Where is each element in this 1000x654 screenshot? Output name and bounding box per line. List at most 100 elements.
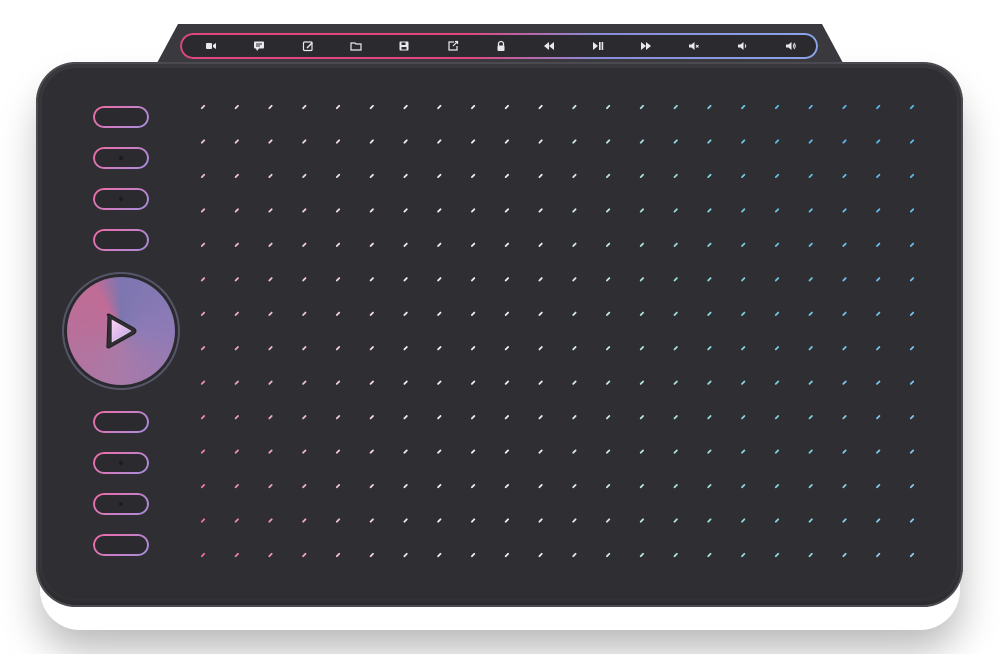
- grid-dot: [876, 104, 881, 110]
- grid-dot: [538, 104, 543, 110]
- grid-dot: [774, 208, 780, 213]
- grid-dot: [673, 173, 678, 179]
- grid-dot: [909, 415, 915, 420]
- grid-dot: [876, 518, 881, 523]
- grid-dot: [572, 208, 577, 213]
- grid-dot: [268, 483, 273, 489]
- grid-dot: [741, 208, 746, 213]
- grid-dot: [842, 483, 847, 489]
- grid-dot: [842, 173, 847, 179]
- grid-dot: [572, 415, 577, 420]
- grid-dot: [234, 415, 239, 420]
- grid-dot: [234, 104, 239, 110]
- grid-dot: [369, 449, 374, 454]
- grid-dot: [200, 208, 206, 213]
- grid-dot: [909, 139, 915, 144]
- grid-dot: [234, 277, 239, 282]
- grid-dot: [369, 311, 374, 316]
- grid-dot: [504, 242, 510, 247]
- grid-dot: [639, 208, 644, 213]
- grid-dot: [606, 518, 611, 523]
- grid-dot: [200, 415, 206, 420]
- grid-dot: [639, 483, 644, 489]
- grid-dot: [741, 104, 746, 110]
- grid-dot: [302, 277, 307, 282]
- grid-dot: [741, 311, 746, 316]
- grid-dot: [268, 139, 273, 144]
- grid-dot: [470, 415, 476, 420]
- grid-dot: [909, 104, 915, 110]
- grid-dot: [200, 552, 206, 558]
- grid-dot: [268, 346, 273, 351]
- grid-dot: [538, 415, 543, 420]
- grid-dot: [707, 449, 712, 454]
- grid-dot: [842, 346, 847, 351]
- grid-dot: [335, 518, 341, 523]
- grid-dot: [538, 139, 543, 144]
- active-area-grid[interactable]: [0, 0, 1000, 654]
- grid-dot: [268, 104, 273, 110]
- grid-dot: [302, 173, 307, 179]
- grid-dot: [909, 449, 915, 454]
- grid-dot: [741, 173, 746, 179]
- grid-dot: [876, 277, 881, 282]
- grid-dot: [639, 104, 644, 110]
- grid-dot: [538, 277, 543, 282]
- grid-dot: [876, 173, 881, 179]
- grid-dot: [437, 552, 442, 558]
- grid-dot: [842, 380, 847, 385]
- grid-dot: [335, 242, 341, 247]
- grid-dot: [302, 104, 307, 110]
- grid-dot: [268, 311, 273, 316]
- grid-dot: [335, 104, 341, 110]
- grid-dot: [876, 139, 881, 144]
- grid-dot: [876, 311, 881, 316]
- grid-dot: [808, 139, 813, 144]
- grid-dot: [335, 311, 341, 316]
- grid-dot: [774, 242, 780, 247]
- grid-dot: [335, 483, 341, 489]
- grid-dot: [842, 104, 847, 110]
- grid-dot: [268, 208, 273, 213]
- grid-dot: [741, 242, 746, 247]
- grid-dot: [538, 346, 543, 351]
- grid-dot: [876, 242, 881, 247]
- grid-dot: [302, 242, 307, 247]
- grid-dot: [707, 104, 712, 110]
- grid-dot: [673, 518, 678, 523]
- grid-dot: [403, 208, 408, 213]
- grid-dot: [572, 311, 577, 316]
- grid-dot: [403, 104, 408, 110]
- grid-dot: [572, 552, 577, 558]
- grid-dot: [673, 449, 678, 454]
- grid-dot: [200, 277, 206, 282]
- grid-dot: [774, 139, 780, 144]
- grid-dot: [470, 518, 476, 523]
- grid-dot: [302, 380, 307, 385]
- grid-dot: [538, 173, 543, 179]
- grid-dot: [369, 208, 374, 213]
- grid-dot: [673, 346, 678, 351]
- grid-dot: [606, 311, 611, 316]
- grid-dot: [572, 449, 577, 454]
- grid-dot: [234, 518, 239, 523]
- grid-dot: [403, 552, 408, 558]
- grid-dot: [437, 139, 442, 144]
- grid-dot: [572, 518, 577, 523]
- grid-dot: [538, 449, 543, 454]
- grid-dot: [470, 380, 476, 385]
- grid-dot: [538, 208, 543, 213]
- grid-dot: [268, 277, 273, 282]
- grid-dot: [504, 311, 510, 316]
- grid-dot: [470, 483, 476, 489]
- grid-dot: [774, 552, 780, 558]
- grid-dot: [673, 552, 678, 558]
- grid-dot: [876, 449, 881, 454]
- grid-dot: [437, 518, 442, 523]
- grid-dot: [403, 380, 408, 385]
- grid-dot: [673, 415, 678, 420]
- grid-dot: [842, 208, 847, 213]
- grid-dot: [909, 242, 915, 247]
- grid-dot: [808, 380, 813, 385]
- grid-dot: [606, 277, 611, 282]
